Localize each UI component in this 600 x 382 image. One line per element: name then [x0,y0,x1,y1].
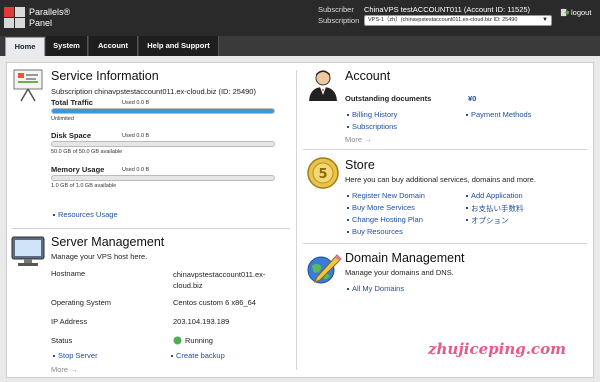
running-status-icon [173,336,182,345]
total-traffic-used: Used 0.0 B [122,100,150,106]
account-more-link[interactable]: More → [345,135,372,144]
logout-link[interactable]: logout [560,8,591,17]
payment-methods-link[interactable]: Payment Methods [471,110,531,119]
total-traffic-bar [51,108,275,114]
ip-address-label: IP Address [51,317,88,326]
store-subtitle: Here you can buy additional services, do… [345,175,536,184]
tab-home[interactable]: Home [5,37,45,56]
top-header: Parallels® Panel Subscriber ChinaVPS tes… [0,0,600,36]
server-management-subtitle: Manage your VPS host here. [51,252,148,261]
create-backup-link[interactable]: Create backup [176,351,225,360]
bullet-icon [347,126,349,128]
options-link[interactable]: オプション [471,215,509,226]
memory-usage-bar [51,175,275,181]
status-label: Status [51,336,73,345]
disk-space-bar [51,141,275,147]
section-divider [303,149,587,150]
section-divider [303,243,587,244]
domain-management-title: Domain Management [345,251,465,265]
memory-usage-used: Used 0.0 B [122,167,150,173]
bullet-icon [466,219,468,221]
hostname-label: Hostname [51,269,86,278]
chevron-down-icon: ▼ [542,17,548,23]
subscription-select-value: VPS-1（zh）(chinavpstestaccount011.ex-clou… [368,17,518,23]
subscriber-value: ChinaVPS testACCOUNT011 (Account ID: 115… [364,5,531,14]
globe-pencil-icon [307,254,342,284]
main-tabs: Home System Account Help and Support [0,36,600,56]
operating-system-label: Operating System [51,298,112,307]
tab-system[interactable]: System [46,36,88,56]
payment-fee-link[interactable]: お支払い手数料 [471,203,524,214]
bullet-icon [53,214,55,216]
coins-store-icon: 5 [307,157,339,189]
presentation-board-icon [13,69,43,102]
memory-usage-label: Memory Usage [51,165,105,174]
subscription-select[interactable]: VPS-1（zh）(chinavpstestaccount011.ex-clou… [364,15,552,26]
total-traffic-label: Total Traffic [51,98,93,107]
bullet-icon [347,231,349,233]
operating-system-value: Centos custom 6 x86_64 [173,298,256,307]
subscriptions-link[interactable]: Subscriptions [352,122,397,131]
bullet-icon [53,355,55,357]
status-value: Running [185,336,213,345]
logo-text: Parallels® [29,7,71,17]
svg-text:5: 5 [318,167,327,182]
bullet-icon [466,195,468,197]
monitor-icon [11,236,45,266]
billing-history-link[interactable]: Billing History [352,110,397,119]
disk-space-detail: 50.0 GB of 50.0 GB available [51,149,123,155]
service-information-title: Service Information [51,69,159,83]
subscription-label: Subscription [318,16,360,25]
bullet-icon [347,195,349,197]
all-my-domains-link[interactable]: All My Domains [352,284,404,293]
stop-server-link[interactable]: Stop Server [58,351,98,360]
outstanding-documents-value[interactable]: ¥0 [468,94,476,103]
total-traffic-bar-fill [52,109,274,113]
service-subscription: Subscription chinavpstestaccount011.ex-c… [51,87,256,96]
logo-text-panel: Panel [29,18,53,28]
buy-resources-link[interactable]: Buy Resources [352,227,403,236]
register-new-domain-link[interactable]: Register New Domain [352,191,425,200]
parallels-logo[interactable]: Parallels® Panel [4,5,71,31]
tab-help-and-support[interactable]: Help and Support [139,36,219,56]
column-divider [296,70,297,370]
parallels-logo-icon [4,7,26,29]
account-user-icon [309,70,337,101]
account-title: Account [345,69,391,83]
outstanding-documents-label: Outstanding documents [345,94,432,103]
watermark: zhujiceping.com [428,340,566,358]
store-title: Store [345,158,375,172]
memory-usage-detail: 1.0 GB of 1.0 GB available [51,183,117,189]
bullet-icon [347,219,349,221]
buy-more-services-link[interactable]: Buy More Services [352,203,415,212]
ip-address-value: 203.104.193.189 [173,317,230,326]
resources-usage-link[interactable]: Resources Usage [58,210,118,219]
bullet-icon [347,288,349,290]
logout-label: logout [571,8,592,17]
total-traffic-detail: Unlimited [51,116,74,122]
change-hosting-plan-link[interactable]: Change Hosting Plan [352,215,423,224]
bullet-icon [347,114,349,116]
disk-space-used: Used 0.0 B [122,133,150,139]
bullet-icon [466,207,468,209]
server-management-title: Server Management [51,235,165,249]
bullet-icon [171,355,173,357]
domain-management-subtitle: Manage your domains and DNS. [345,268,454,277]
add-application-link[interactable]: Add Application [471,191,523,200]
server-more-link[interactable]: More → [51,365,78,374]
disk-space-label: Disk Space [51,131,92,140]
section-divider [11,228,290,229]
bullet-icon [466,114,468,116]
bullet-icon [347,207,349,209]
logout-icon [560,8,569,17]
subscriber-label: Subscriber [318,5,354,14]
hostname-value: chinavpstestaccount011.ex-cloud.biz [173,270,266,290]
tab-account[interactable]: Account [89,36,138,56]
